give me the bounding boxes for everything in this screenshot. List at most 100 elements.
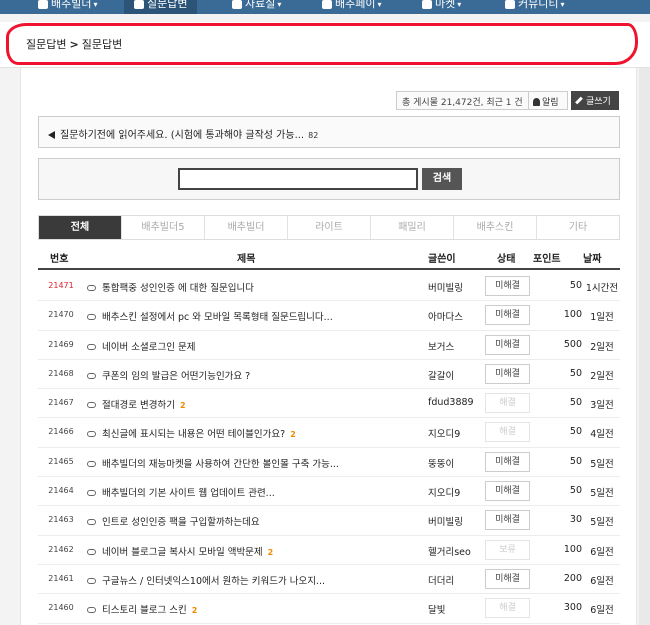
breadcrumb-second[interactable]: 질문답변	[82, 38, 122, 51]
post-title: 최신글에 표시되는 내용은 어떤 테이블인가요?	[102, 429, 286, 441]
table-row[interactable]: 21464 배추빌더의 기본 사이트 웹 업데이트 관련... 지오디9 미해결 50 5…	[38, 477, 620, 507]
category-tabs: 전체 배추빌더5 배추빌더 라이트 패밀리 배추스킨 기타	[38, 215, 620, 240]
table-header: 번호 제목 글쓴이 상태 포인트 날짜	[38, 244, 620, 270]
post-title-link[interactable]: 배추빌더의 재능마켓을 사용하여 간단한 볼인몰 구축 가능...	[87, 456, 339, 470]
write-button[interactable]: 글쓰기	[571, 91, 619, 110]
table-row[interactable]: 21469 네이버 소셜로그인 문제 보거스 미해결 500 2일전	[38, 331, 620, 360]
post-author[interactable]: 지오디9	[428, 485, 460, 499]
post-author[interactable]: 달빛	[428, 602, 445, 616]
post-points: 50	[569, 280, 582, 291]
post-title-link[interactable]: 쿠폰의 임의 발급은 어떤기능인가요 ?	[87, 368, 250, 382]
nav-item-builder[interactable]: 배추빌더 ▾	[38, 0, 98, 14]
board-panel: 총 게시물 21,472건, 최근 1 건 알림 글쓰기 질문하기전에 읽어주세…	[20, 68, 637, 625]
post-number: 21470	[48, 310, 74, 320]
table-row[interactable]: 21467 절대경로 변경하기 2 fdud3889 해결 50 3일전	[38, 389, 620, 419]
post-number: 21466	[48, 427, 74, 437]
tab-builder[interactable]: 배추빌더	[205, 216, 288, 239]
post-title-link[interactable]: 절대경로 변경하기 2	[87, 397, 186, 411]
breadcrumb-first[interactable]: 질문답변	[26, 38, 66, 51]
nav-item-qna[interactable]: 질문답변	[124, 0, 198, 14]
nav-item-files[interactable]: 자료실 ▾	[232, 0, 281, 14]
nav-item-market[interactable]: 마켓 ▾	[422, 0, 461, 14]
post-author[interactable]: 버미빌링	[428, 514, 463, 528]
post-date: 1일전	[590, 312, 614, 324]
tab-all[interactable]: 전체	[39, 216, 122, 239]
comment-count: 2	[179, 401, 186, 411]
post-title-link[interactable]: 인트로 성인인증 팩을 구입할까하는데요	[87, 514, 260, 528]
post-points: 50	[569, 367, 582, 379]
notice-bar[interactable]: 질문하기전에 읽어주세요. (시험에 통과해야 글작성 가능... 82	[38, 116, 620, 148]
post-title: 통합팩중 성인인증 에 대한 질문입니다	[102, 283, 254, 294]
breadcrumb: 질문답변 > 질문답변	[0, 22, 650, 68]
post-stats: 총 게시물 21,472건, 최근 1 건	[396, 91, 529, 110]
post-title-link[interactable]: 배추빌더의 기본 사이트 웹 업데이트 관련...	[87, 485, 275, 499]
post-author[interactable]: 아마다스	[428, 309, 463, 323]
table-row[interactable]: 21471 통합팩중 성인인증 에 대한 질문입니다 버미빌링 미해결 50 1시간전	[38, 272, 620, 302]
comment-count: 2	[191, 606, 198, 616]
post-date: 2일전	[590, 370, 614, 382]
status-badge: 미해결	[485, 305, 530, 326]
post-title: 절대경로 변경하기	[102, 400, 175, 412]
question-icon	[134, 0, 144, 9]
post-number: 21471	[48, 281, 74, 290]
comment-icon	[87, 460, 96, 467]
search-input[interactable]	[178, 168, 418, 190]
post-author[interactable]: 갈갈이	[428, 368, 454, 382]
comment-icon	[87, 490, 96, 497]
comment-count: 2	[290, 430, 296, 440]
comment-icon	[87, 372, 96, 379]
notice-text: 질문하기전에 읽어주세요. (시험에 통과해야 글작성 가능...	[60, 130, 305, 141]
post-date: 5일전	[590, 517, 614, 529]
tab-lite[interactable]: 라이트	[288, 216, 371, 239]
table-row[interactable]: 21460 티스토리 블로그 스킨 2 달빛 해결 300 6일전	[38, 594, 620, 624]
post-title-link[interactable]: 배추스킨 설정에서 pc 와 모바일 목록형태 질문드립니다...	[87, 309, 333, 323]
post-title: 티스토리 블로그 스킨	[102, 605, 187, 617]
status-badge: 미해결	[485, 510, 530, 531]
post-author[interactable]: 지오디9	[428, 426, 460, 440]
table-row[interactable]: 21463 인트로 성인인증 팩을 구입할까하는데요 버미빌링 미해결 30 5일전	[38, 506, 620, 536]
tab-builder5[interactable]: 배추빌더5	[122, 216, 205, 239]
post-author[interactable]: 버미빌링	[428, 280, 463, 294]
alarm-button[interactable]: 알림	[528, 91, 568, 110]
comment-icon	[87, 548, 96, 555]
post-title-link[interactable]: 최신글에 표시되는 내용은 어떤 테이블인가요? 2	[87, 426, 296, 440]
post-title-link[interactable]: 티스토리 블로그 스킨 2	[87, 602, 197, 616]
post-author[interactable]: 뚱뚱이	[428, 456, 454, 470]
post-points: 30	[569, 514, 582, 526]
post-author[interactable]: 보거스	[428, 339, 454, 353]
nav-item-pay[interactable]: 배추페이 ▾	[322, 0, 382, 14]
post-date: 1시간전	[585, 283, 619, 294]
post-author[interactable]: 헬거리seo	[428, 544, 471, 558]
user-icon	[38, 0, 48, 9]
nav-item-community[interactable]: 커뮤니티 ▾	[505, 0, 565, 14]
megaphone-icon	[48, 131, 55, 139]
status-badge: 미해결	[485, 451, 530, 472]
post-author[interactable]: 더더리	[428, 573, 454, 587]
post-author[interactable]: fdud3889	[428, 397, 474, 408]
header-num: 번호	[50, 254, 69, 265]
cart-icon	[422, 0, 432, 9]
post-title-link[interactable]: 네이버 블로그글 복사시 모바일 액박문제 2	[87, 544, 273, 558]
tab-family[interactable]: 패밀리	[371, 216, 454, 239]
post-points: 100	[563, 543, 582, 555]
notice-count: 82	[308, 131, 319, 140]
post-title: 배추스킨 설정에서 pc 와 모바일 목록형태 질문드립니다...	[102, 312, 333, 324]
table-row[interactable]: 21461 구글뉴스 / 인터넷익스10에서 원하는 키워드가 나오지... 더더리…	[38, 565, 620, 595]
post-title-link[interactable]: 구글뉴스 / 인터넷익스10에서 원하는 키워드가 나오지...	[87, 573, 325, 587]
table-row[interactable]: 21462 네이버 블로그글 복사시 모바일 액박문제 2 헬거리seo 보류 100 6일…	[38, 536, 620, 565]
chevron-right-icon: >	[69, 38, 79, 51]
table-row[interactable]: 21468 쿠폰의 임의 발급은 어떤기능인가요 ? 갈갈이 미해결 50 2일전	[38, 360, 620, 390]
search-button[interactable]: 검색	[422, 168, 462, 190]
table-row[interactable]: 21470 배추스킨 설정에서 pc 와 모바일 목록형태 질문드립니다... 아마…	[38, 301, 620, 331]
post-title-link[interactable]: 네이버 소셜로그인 문제	[87, 339, 195, 353]
post-date: 4일전	[590, 429, 614, 441]
tab-skin[interactable]: 배추스킨	[454, 216, 537, 239]
chat-icon	[505, 0, 515, 9]
table-row[interactable]: 21465 배추빌더의 재능마켓을 사용하여 간단한 볼인몰 구축 가능... 뚱뚱…	[38, 448, 620, 478]
status-badge: 미해결	[485, 276, 530, 296]
post-title-link[interactable]: 통합팩중 성인인증 에 대한 질문입니다	[87, 280, 254, 294]
table-row[interactable]: 21466 최신글에 표시되는 내용은 어떤 테이블인가요? 2 지오디9 해결 50 4일…	[38, 418, 620, 448]
tab-etc[interactable]: 기타	[537, 216, 619, 239]
post-number: 21468	[48, 368, 74, 378]
status-badge: 해결	[485, 393, 530, 414]
